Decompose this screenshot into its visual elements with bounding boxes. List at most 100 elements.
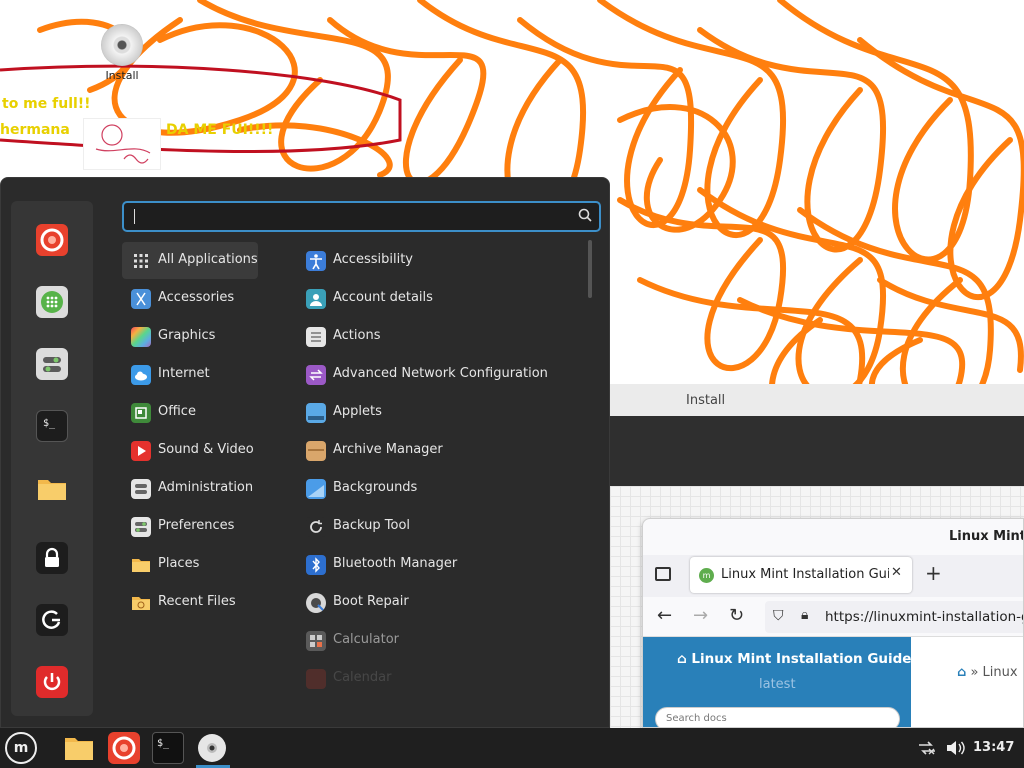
network-disconnected-icon[interactable] [917,740,937,756]
docs-home-link[interactable]: ⌂ Linux Mint Installation Guide [677,651,911,667]
accessibility-icon [306,251,326,271]
search-field[interactable] [122,201,601,232]
category-label: Preferences [158,518,235,533]
app-actions[interactable]: Actions [297,318,583,355]
desktop-install-label: Install [105,69,139,82]
app-label: Bluetooth Manager [333,556,458,571]
terminal-icon[interactable]: $_ [36,410,68,442]
app-label: Backup Tool [333,518,411,533]
category-internet[interactable]: Internet [122,356,258,393]
taskbar-install[interactable] [196,732,228,764]
app-account-details[interactable]: Account details [297,280,583,317]
wallpaper-text: to me full!! [2,96,91,112]
app-label: Boot Repair [333,594,409,609]
app-boot-repair[interactable]: Boot Repair [297,584,583,621]
calculator-icon [306,631,326,651]
cloud-icon [131,365,151,385]
wallpaper-text: DA ME FUI!!!! [166,122,274,138]
browser-window-title: Linux Mint In [949,529,1024,544]
browser-tab[interactable]: m Linux Mint Installation Guide ✕ [690,557,912,593]
administration-icon [131,479,151,499]
firefox-icon [112,736,136,760]
app-backgrounds[interactable]: Backgrounds [297,470,583,507]
power-icon[interactable] [36,666,68,698]
folder-icon [132,559,150,572]
category-all-applications[interactable]: All Applications [122,242,258,279]
search-icon[interactable] [578,208,592,222]
apps-scrollbar[interactable] [588,240,592,298]
tab-manager-icon[interactable] [655,567,671,581]
new-tab-button[interactable]: + [925,561,942,585]
app-label: Archive Manager [333,442,443,457]
firefox-icon[interactable] [36,224,68,256]
taskbar-terminal[interactable]: $_ [152,732,184,764]
forward-arrow-icon[interactable]: → [693,605,708,626]
reload-icon[interactable]: ↻ [729,605,744,626]
browser-tab-title: Linux Mint Installation Guide [721,567,889,582]
archive-icon [306,441,326,461]
menu-button[interactable]: m [5,732,37,764]
category-graphics[interactable]: Graphics [122,318,258,355]
close-tab-icon[interactable]: ✕ [891,565,902,580]
settings-icon[interactable] [36,348,68,380]
app-bluetooth-manager[interactable]: Bluetooth Manager [297,546,583,583]
graphics-icon [131,327,151,347]
app-calendar[interactable]: Calendar [297,660,583,697]
bluetooth-icon [306,555,326,575]
app-label: Calendar [333,670,392,685]
svg-text:$_: $_ [43,418,56,429]
app-label: Accessibility [333,252,413,267]
category-label: All Applications [158,252,258,267]
category-label: Internet [158,366,210,381]
cd-disc-icon [101,24,143,66]
docs-sidebar: ⌂ Linux Mint Installation Guide latest S… [643,637,911,727]
category-preferences[interactable]: Preferences [122,508,258,545]
browser-nav-bar: ← → ↻ ⛉ 🔒︎ https://linuxmint-installatio… [643,597,1024,637]
folder-icon[interactable] [36,472,68,504]
logout-icon[interactable] [36,604,68,636]
applets-icon [306,403,326,423]
svg-text:$_: $_ [157,738,170,749]
boot-repair-icon [306,593,326,613]
taskbar-firefox[interactable] [108,732,140,764]
category-office[interactable]: Office [122,394,258,431]
shield-icon[interactable]: ⛉ [773,608,784,624]
volume-icon[interactable] [945,740,965,756]
back-arrow-icon[interactable]: ← [657,605,672,626]
app-archive-manager[interactable]: Archive Manager [297,432,583,469]
desktop-install-icon[interactable]: Install [98,24,146,82]
category-places[interactable]: Places [122,546,258,583]
start-menu: $_ All Applications Accessories Graphics [0,177,610,728]
url-bar[interactable]: ⛉ 🔒︎ https://linuxmint-installation-gu [765,601,1024,633]
taskbar-files[interactable] [63,732,95,764]
app-accessibility[interactable]: Accessibility [297,242,583,279]
lock-icon[interactable] [36,542,68,574]
docs-search-input[interactable]: Search docs [655,707,900,727]
category-administration[interactable]: Administration [122,470,258,507]
app-label: Actions [333,328,381,343]
lock-icon[interactable]: 🔒︎ [801,607,808,623]
clock[interactable]: 13:47 [973,740,1014,755]
url-text: https://linuxmint-installation-gu [825,609,1024,625]
software-manager-icon[interactable] [36,286,68,318]
app-label: Calculator [333,632,400,647]
install-window-header [610,416,1024,486]
category-accessories[interactable]: Accessories [122,280,258,317]
category-label: Recent Files [158,594,236,609]
category-sound-video[interactable]: Sound & Video [122,432,258,469]
app-calculator[interactable]: Calculator [297,622,583,659]
browser-window[interactable]: Linux Mint In m Linux Mint Installation … [642,518,1024,728]
app-applets[interactable]: Applets [297,394,583,431]
home-icon[interactable]: ⌂ [957,665,966,680]
search-input[interactable] [132,207,572,227]
play-icon [131,441,151,461]
app-label: Applets [333,404,382,419]
category-recent-files[interactable]: Recent Files [122,584,258,621]
category-label: Accessories [158,290,235,305]
category-label: Places [158,556,200,571]
app-backup-tool[interactable]: Backup Tool [297,508,583,545]
account-icon [306,289,326,309]
install-window-title: Install [610,384,1024,416]
browser-tab-bar: m Linux Mint Installation Guide ✕ + [643,555,1023,597]
app-advanced-network-configuration[interactable]: Advanced Network Configuration [297,356,583,393]
